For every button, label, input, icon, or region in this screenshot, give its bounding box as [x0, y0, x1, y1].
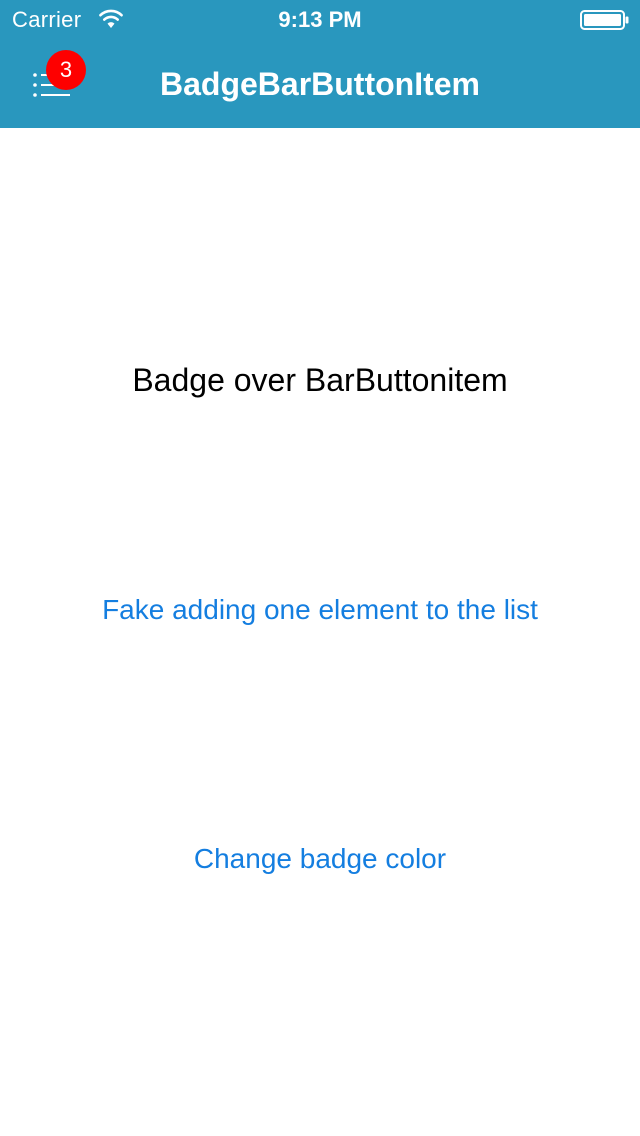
change-badge-color-button[interactable]: Change badge color [0, 839, 640, 879]
status-time: 9:13 PM [278, 7, 362, 32]
battery-icon [580, 10, 629, 30]
badge-description-label: Badge over BarButtonitem [132, 362, 508, 398]
navigation-bar: 3 BadgeBarButtonItem [0, 40, 640, 128]
nav-title: BadgeBarButtonItem [159, 66, 480, 102]
app-screen: Carrier 9:13 PM 3 BadgeBarButtonItem Bad… [0, 0, 640, 1136]
fake-add-element-button[interactable]: Fake adding one element to the list [0, 590, 640, 630]
status-bar: Carrier 9:13 PM [0, 0, 640, 40]
top-bar: Carrier 9:13 PM 3 BadgeBarButtonItem [0, 0, 640, 128]
